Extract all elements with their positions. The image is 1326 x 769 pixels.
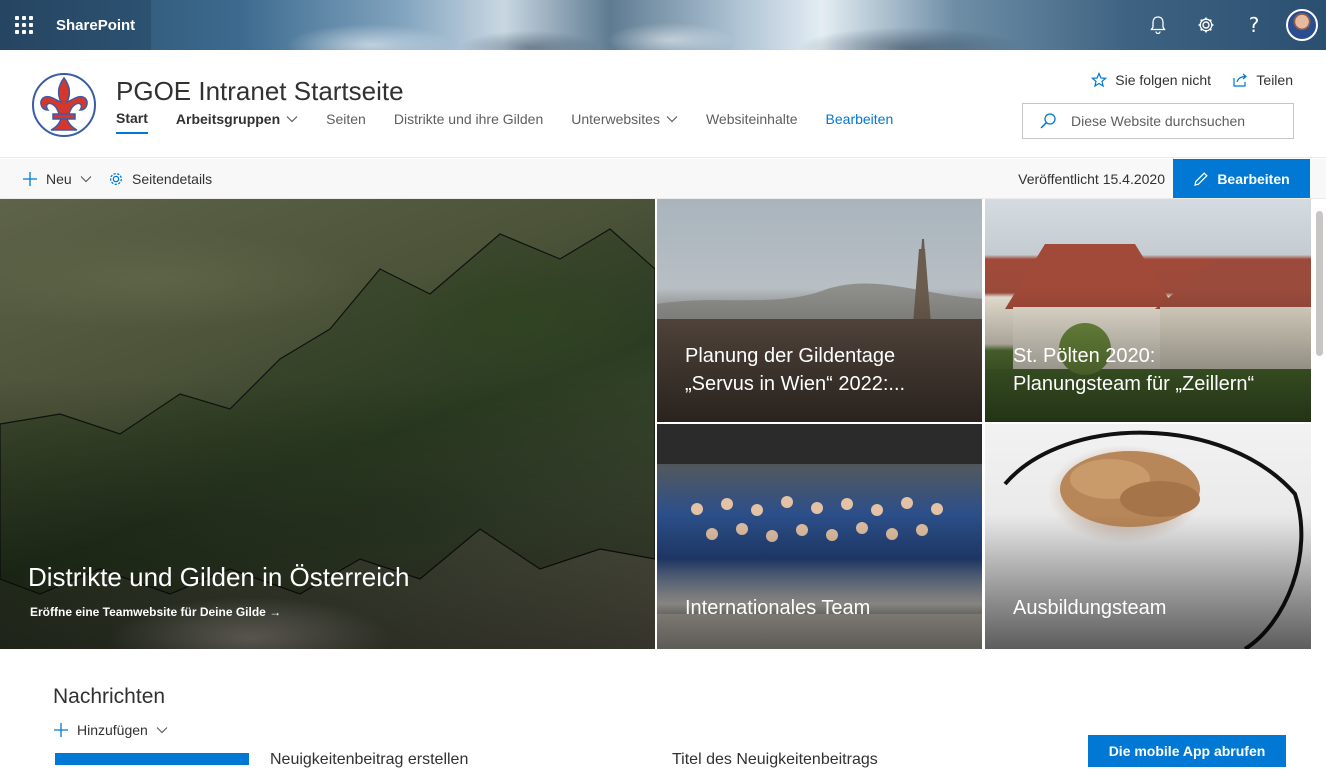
nav-item-arbeitsgruppen[interactable]: Arbeitsgruppen <box>176 110 298 134</box>
command-bar: Neu Seitendetails Veröffentlicht 15.4.20… <box>0 159 1326 199</box>
settings-button[interactable] <box>1182 0 1230 50</box>
new-label: Neu <box>46 171 72 187</box>
new-button[interactable]: Neu <box>22 159 92 199</box>
hero-webpart: Distrikte und Gilden in Österreich Eröff… <box>0 199 1311 649</box>
help-icon: ? <box>1248 13 1260 37</box>
suite-bar: SharePoint ? <box>0 0 1326 50</box>
bell-icon <box>1150 16 1166 34</box>
tile-team-title: Internationales Team <box>685 597 871 619</box>
nav-edit-link[interactable]: Bearbeiten <box>826 110 894 134</box>
hero-main-link[interactable]: Eröffne eine Teamwebsite für Deine Gilde… <box>30 605 281 619</box>
tile-gildentage-title: Planung der Gildentage „Servus in Wien“ … <box>685 342 905 398</box>
brand-label: SharePoint <box>56 16 136 34</box>
notifications-button[interactable] <box>1134 0 1182 50</box>
follow-label: Sie folgen nicht <box>1115 72 1211 88</box>
chevron-down-icon <box>286 116 298 123</box>
mobile-app-button[interactable]: Die mobile App abrufen <box>1088 735 1286 767</box>
gear-icon <box>110 173 122 185</box>
hero-tile-ausbildungsteam[interactable]: Ausbildungsteam <box>985 424 1311 649</box>
page-details-button[interactable]: Seitendetails <box>108 159 212 199</box>
hero-main-link-label: Eröffne eine Teamwebsite für Deine Gilde <box>30 605 266 619</box>
nav-label: Websiteinhalte <box>705 111 798 127</box>
plus-icon <box>23 172 37 186</box>
site-title[interactable]: PGOE Intranet Startseite <box>116 76 404 107</box>
share-label: Teilen <box>1256 72 1293 88</box>
mobile-app-label: Die mobile App abrufen <box>1108 743 1266 759</box>
news-section-title: Nachrichten <box>53 685 166 708</box>
site-navigation: Start Arbeitsgruppen Seiten Distrikte un… <box>116 110 893 134</box>
page-scrollbar[interactable] <box>1313 199 1326 765</box>
share-icon <box>1233 73 1248 87</box>
title-line: „Servus in Wien“ 2022:... <box>685 373 906 395</box>
tile-shade <box>985 514 1311 649</box>
hero-tile-distrikte[interactable]: Distrikte und Gilden in Österreich Eröff… <box>0 199 655 649</box>
chevron-down-icon <box>80 176 92 183</box>
title-line: Planungsteam für „Zeillern“ <box>1013 373 1255 395</box>
scrollbar-thumb[interactable] <box>1316 211 1323 356</box>
nav-item-distrikte[interactable]: Distrikte und ihre Gilden <box>394 110 543 134</box>
tile-ausbildung-title: Ausbildungsteam <box>1013 597 1167 619</box>
news-headline-placeholder[interactable]: Titel des Neuigkeitenbeitrags <box>672 751 878 769</box>
star-icon <box>1091 72 1108 88</box>
follow-button[interactable]: Sie folgen nicht <box>1091 72 1211 88</box>
nav-item-seiten[interactable]: Seiten <box>326 110 366 134</box>
published-status: Veröffentlicht 15.4.2020 <box>1018 171 1165 187</box>
app-launcher-button[interactable] <box>0 0 48 50</box>
edit-page-button[interactable]: Bearbeiten <box>1173 159 1310 198</box>
gear-icon <box>1198 17 1214 33</box>
page-details-label: Seitendetails <box>132 171 213 187</box>
share-button[interactable]: Teilen <box>1232 72 1293 88</box>
nav-label: Unterwebsites <box>571 111 660 127</box>
title-line: St. Pölten 2020: <box>1013 345 1156 367</box>
site-logo-fleur-de-lis[interactable] <box>31 72 97 138</box>
news-add-label: Hinzufügen <box>77 722 148 738</box>
edit-label: Bearbeiten <box>1217 170 1290 187</box>
nav-label: Bearbeiten <box>825 111 894 127</box>
news-item-thumbnail[interactable] <box>55 753 249 765</box>
nav-item-websiteinhalte[interactable]: Websiteinhalte <box>706 110 798 134</box>
help-button[interactable]: ? <box>1230 0 1278 50</box>
tile-shade <box>657 514 982 649</box>
suite-right-actions: ? <box>1134 0 1326 50</box>
search-icon <box>1040 113 1056 129</box>
nav-label: Distrikte und ihre Gilden <box>393 111 544 127</box>
news-add-button[interactable]: Hinzufügen <box>53 720 168 740</box>
nav-item-start[interactable]: Start <box>116 110 148 134</box>
hero-tile-internationales-team[interactable]: Internationales Team <box>657 424 982 649</box>
title-line: Planung der Gildentage <box>685 345 896 367</box>
waffle-icon <box>15 16 33 34</box>
arrow-right-icon: → <box>269 605 282 619</box>
chevron-down-icon <box>156 727 168 734</box>
nav-label: Start <box>116 110 148 126</box>
search-placeholder: Diese Website durchsuchen <box>1071 113 1246 129</box>
news-create-link[interactable]: Neuigkeitenbeitrag erstellen <box>270 751 468 769</box>
nav-label: Arbeitsgruppen <box>175 111 281 127</box>
nav-item-unterwebsites[interactable]: Unterwebsites <box>571 110 678 134</box>
site-search-box[interactable]: Diese Website durchsuchen <box>1022 103 1294 139</box>
hero-tile-st-poelten[interactable]: St. Pölten 2020: Planungsteam für „Zeill… <box>985 199 1311 422</box>
plus-icon <box>54 723 68 737</box>
pencil-icon <box>1194 171 1209 186</box>
hero-main-title: Distrikte und Gilden in Österreich <box>28 562 410 592</box>
nav-label: Seiten <box>326 111 366 127</box>
chevron-down-icon <box>666 116 678 123</box>
sharepoint-brand-link[interactable]: SharePoint <box>48 0 151 50</box>
site-header: PGOE Intranet Startseite Start Arbeitsgr… <box>0 50 1326 158</box>
tile-st-poelten-title: St. Pölten 2020: Planungsteam für „Zeill… <box>1013 342 1254 398</box>
user-avatar[interactable] <box>1286 9 1318 41</box>
hero-tile-gildentage[interactable]: Planung der Gildentage „Servus in Wien“ … <box>657 199 982 422</box>
